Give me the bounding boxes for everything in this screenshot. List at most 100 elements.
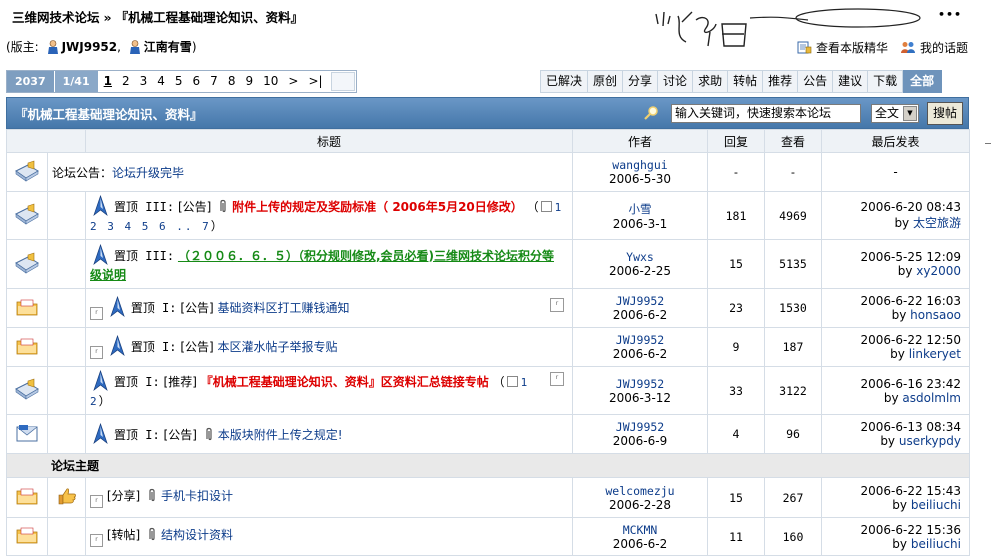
topic-title[interactable]: 基础资料区打工赚钱通知 xyxy=(218,301,350,315)
last-post-by-prefix: by xyxy=(892,497,908,512)
last-post-date: 2006-6-16 23:42 xyxy=(860,376,962,391)
filter-announcement[interactable]: 公告 xyxy=(798,70,834,93)
page-jump-input[interactable] xyxy=(330,72,355,91)
breadcrumb-forum[interactable]: 『机械工程基础理论知识、资料』 xyxy=(116,10,304,25)
topic-title[interactable]: 附件上传的规定及奖励标准（ 2006年5月20日修改） xyxy=(232,200,523,214)
attachment-image-icon: r xyxy=(550,372,564,386)
last-post-by-prefix: by xyxy=(897,264,913,278)
topic-title[interactable]: 本区灌水帖子举报专贴 xyxy=(218,340,338,354)
icon-cell xyxy=(6,239,48,289)
next-page-button[interactable]: > xyxy=(283,71,303,92)
multipage-icon xyxy=(506,376,518,387)
filter-all[interactable]: 全部 xyxy=(903,70,943,93)
topic-title[interactable]: 本版块附件上传之规定! xyxy=(218,428,343,442)
filter-recommend[interactable]: 推荐 xyxy=(763,70,799,93)
author-name[interactable]: Ywxs xyxy=(573,250,707,264)
filter-share[interactable]: 分享 xyxy=(623,70,659,93)
page-6[interactable]: 6 xyxy=(188,71,206,92)
pin-level: 置顶 I: xyxy=(114,428,160,442)
page-1[interactable]: 1 xyxy=(99,71,117,92)
my-topics-link[interactable]: 我的话题 xyxy=(900,39,968,56)
last-post-user[interactable]: honsaoo xyxy=(910,308,961,322)
last-post-user[interactable]: userkypdy xyxy=(899,434,961,448)
multipage-icon xyxy=(540,201,552,212)
topic-title[interactable]: 手机卡扣设计 xyxy=(161,489,233,503)
author-name[interactable]: JWJ9952 xyxy=(573,294,707,308)
title-cell: 置顶 III: [公告] 附件上传的规定及奖励标准（ 2006年5月20日修改）… xyxy=(85,191,573,240)
pin-icon xyxy=(93,195,108,216)
filter-repost[interactable]: 转帖 xyxy=(728,70,764,93)
icon-cell xyxy=(6,477,48,518)
filter-help[interactable]: 求助 xyxy=(693,70,729,93)
breadcrumb: 三维网技术论坛» 『机械工程基础理论知识、资料』 xyxy=(12,7,303,26)
folder-icon xyxy=(16,299,38,315)
topic-tag: [转帖] xyxy=(106,528,141,542)
checkbox-icon[interactable]: r xyxy=(90,307,103,320)
topic-tag: [公告] xyxy=(180,340,214,354)
page-10[interactable]: 10 xyxy=(258,71,283,92)
header-author: 作者 xyxy=(572,129,708,153)
last-post-user[interactable]: asdolmlm xyxy=(902,391,961,405)
search-scope-select[interactable]: 全文 ▼ xyxy=(871,104,919,123)
checkbox-icon[interactable]: r xyxy=(90,534,103,547)
author-name[interactable]: wanghgui xyxy=(573,158,707,172)
author-cell: MCKMN 2006-6-2 xyxy=(572,517,708,556)
topic-title[interactable]: 『机械工程基础理论知识、资料』区资料汇总链接专帖 xyxy=(201,375,489,389)
view-best-link[interactable]: 查看本版精华 xyxy=(796,39,888,56)
announcement-title[interactable]: 论坛升级完毕 xyxy=(112,166,184,180)
page-8[interactable]: 8 xyxy=(223,71,241,92)
page-5[interactable]: 5 xyxy=(170,71,188,92)
checkbox-icon[interactable]: r xyxy=(90,346,103,359)
page-9[interactable]: 9 xyxy=(240,71,258,92)
filter-download[interactable]: 下载 xyxy=(868,70,904,93)
last-post-user[interactable]: beiliuchi xyxy=(911,537,961,551)
icon2-cell xyxy=(47,327,86,367)
pager: 2037 1/41 1 2 3 4 5 6 7 8 9 10 > >| xyxy=(6,70,357,93)
title-cell: 置顶 I: [公告] 本版块附件上传之规定! xyxy=(85,414,573,454)
icon2-cell xyxy=(47,191,86,240)
last-post-user[interactable]: 太空旅游 xyxy=(913,216,961,230)
last-post-by-prefix: by xyxy=(880,434,896,448)
filter-solved[interactable]: 已解决 xyxy=(540,70,589,93)
table-row: r 置顶 I: [公告] 本区灌水帖子举报专贴 JWJ9952 2006-6-2… xyxy=(6,327,970,367)
last-page-button[interactable]: >| xyxy=(303,71,327,92)
page-7[interactable]: 7 xyxy=(205,71,223,92)
author-name[interactable]: welcomezju xyxy=(573,484,707,498)
my-topics-label: 我的话题 xyxy=(920,41,969,55)
author-cell: Ywxs 2006-2-25 xyxy=(572,239,708,289)
announcement-label: 论坛公告： xyxy=(52,165,113,180)
filter-suggest[interactable]: 建议 xyxy=(833,70,869,93)
table-row: r 置顶 I: [推荐] 『机械工程基础理论知识、资料』区资料汇总链接专帖 （1… xyxy=(6,366,970,415)
last-post-user[interactable]: linkeryet xyxy=(909,347,961,361)
topic-title[interactable]: 结构设计资料 xyxy=(161,528,233,542)
search-button[interactable]: 搜帖 xyxy=(927,102,963,125)
breadcrumb-site[interactable]: 三维网技术论坛 xyxy=(12,10,100,25)
post-date: 2006-5-30 xyxy=(608,172,672,186)
author-name[interactable]: JWJ9952 xyxy=(573,333,707,347)
page-2[interactable]: 2 xyxy=(117,71,135,92)
filter-discuss[interactable]: 讨论 xyxy=(658,70,694,93)
pin-icon xyxy=(110,296,125,317)
search-input[interactable]: 输入关键词，快速搜索本论坛 xyxy=(671,104,861,123)
moderator-jiangnan[interactable]: 江南有雪 xyxy=(144,40,192,54)
moderator-jwj9952[interactable]: JWJ9952 xyxy=(62,40,118,54)
icon2-cell xyxy=(47,414,86,454)
checkbox-icon[interactable]: r xyxy=(90,495,103,508)
header-views: 查看 xyxy=(764,129,822,153)
author-name[interactable]: 小雪 xyxy=(573,201,707,217)
last-post-user[interactable]: xy2000 xyxy=(916,264,961,278)
more-dots[interactable]: ••• xyxy=(938,8,962,21)
post-date: 2006-3-12 xyxy=(608,390,672,405)
last-post-user[interactable]: beiliuchi xyxy=(911,498,961,512)
post-date: 2006-6-9 xyxy=(612,434,668,448)
page-4[interactable]: 4 xyxy=(152,71,170,92)
page-3[interactable]: 3 xyxy=(135,71,153,92)
author-name[interactable]: MCKMN xyxy=(573,523,707,537)
filter-original[interactable]: 原创 xyxy=(588,70,624,93)
author-name[interactable]: JWJ9952 xyxy=(573,377,707,391)
moderator-icon xyxy=(129,40,140,54)
author-name[interactable]: JWJ9952 xyxy=(573,420,707,434)
pin-level: 置顶 I: xyxy=(130,301,177,315)
page-links-open: （ xyxy=(492,375,505,389)
pin-icon xyxy=(110,335,125,356)
